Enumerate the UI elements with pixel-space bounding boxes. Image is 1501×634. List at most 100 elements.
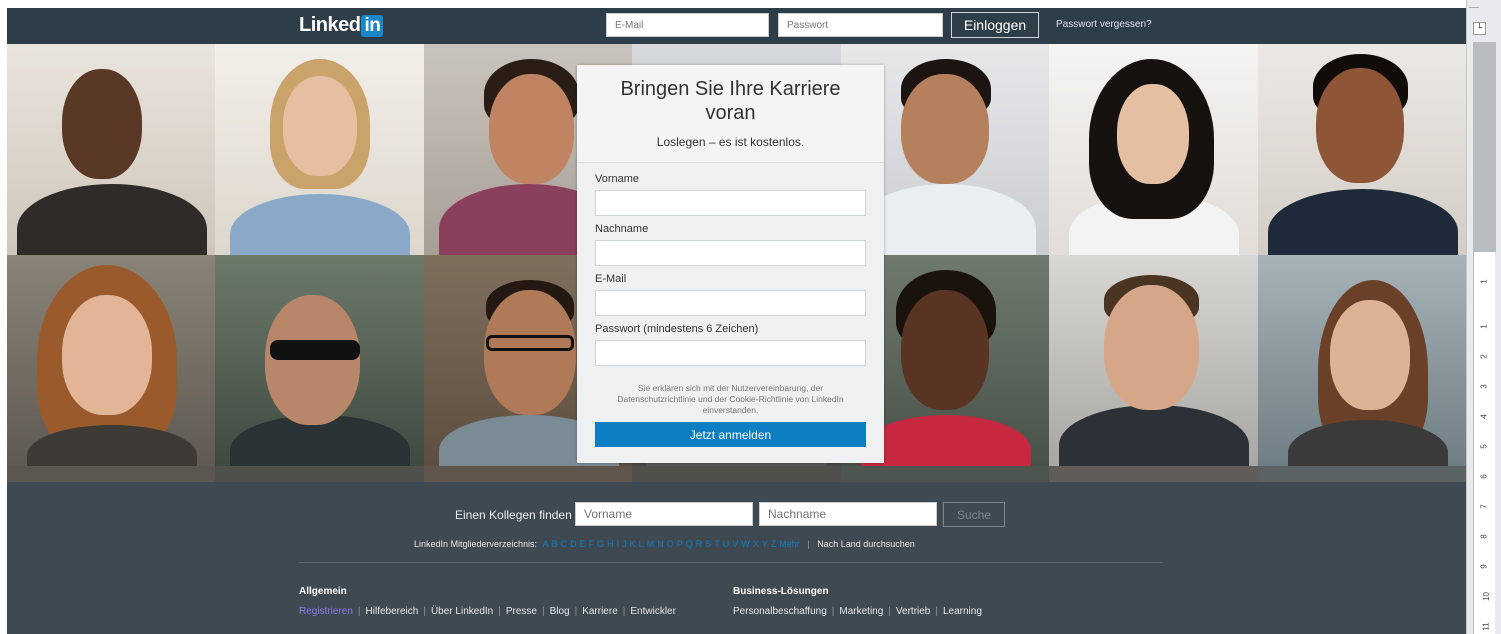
directory-letter-link[interactable]: Y [762, 539, 768, 549]
signup-card: Bringen Sie Ihre Karriere voran Loslegen… [577, 65, 884, 463]
member-photo [215, 255, 424, 466]
member-photo [1257, 255, 1466, 466]
first-name-field[interactable] [595, 190, 866, 216]
separator: | [498, 606, 501, 617]
ruler-tick-label: 10 [1481, 592, 1491, 601]
directory-letter-link[interactable]: P [677, 539, 683, 549]
tab-selector-button[interactable]: └ [1473, 22, 1486, 35]
signup-button[interactable]: Jetzt anmelden [595, 422, 866, 447]
last-name-field[interactable] [595, 240, 866, 266]
directory-letter-link[interactable]: B [552, 539, 558, 549]
general-section-title: Allgemein [299, 586, 347, 597]
footer-link[interactable]: Registrieren [299, 606, 353, 617]
footer-link[interactable]: Blog [550, 606, 570, 617]
directory-letter-link[interactable]: M [647, 539, 655, 549]
ruler-tick-label: 8 [1479, 534, 1489, 539]
top-header: Linkedin Einloggen Passwort vergessen? [7, 8, 1466, 44]
footer-link[interactable]: Hilfebereich [366, 606, 419, 617]
directory-letter-link[interactable]: R [696, 539, 703, 549]
password-label: Passwort (mindestens 6 Zeichen) [595, 323, 759, 335]
directory-letter-link[interactable]: V [732, 539, 738, 549]
footer-link[interactable]: Über LinkedIn [431, 606, 493, 617]
directory-letter-link[interactable]: C [561, 539, 568, 549]
password-field[interactable] [595, 340, 866, 366]
separator: | [935, 606, 938, 617]
business-section-title: Business-Lösungen [733, 586, 829, 597]
signup-title: Bringen Sie Ihre Karriere voran [620, 78, 841, 124]
directory-letter-link[interactable]: L [639, 539, 644, 549]
footer-link[interactable]: Learning [943, 606, 982, 617]
last-name-label: Nachname [595, 223, 649, 235]
footer-link[interactable]: Personalbeschaffung [733, 606, 827, 617]
colleague-search-button[interactable]: Suche [943, 502, 1005, 527]
linkedin-logo[interactable]: Linked in [299, 14, 384, 37]
vertical-ruler[interactable]: 1 1 2 3 4 5 6 7 8 9 10 11 [1473, 42, 1496, 634]
footer-link[interactable]: Presse [506, 606, 537, 617]
signup-form: Vorname Nachname E-Mail Passwort (mindes… [577, 163, 884, 462]
directory-letter-link[interactable]: O [667, 539, 674, 549]
email-label: E-Mail [595, 273, 627, 285]
footer-link[interactable]: Vertrieb [896, 606, 930, 617]
ruler-tick-label: 6 [1479, 474, 1489, 479]
directory-letter-link[interactable]: H [607, 539, 614, 549]
directory-letter-link[interactable]: U [723, 539, 730, 549]
top-margin [0, 0, 1466, 8]
directory-letter-link[interactable]: W [741, 539, 750, 549]
login-button[interactable]: Einloggen [951, 12, 1039, 38]
header-email-input[interactable] [606, 13, 769, 37]
directory-letter-link[interactable]: I [617, 539, 620, 549]
footer-link[interactable]: Karriere [582, 606, 618, 617]
browse-by-country-link[interactable]: Nach Land durchsuchen [817, 539, 915, 549]
page: Linkedin Einloggen Passwort vergessen? [0, 0, 1501, 634]
ruler-tick-label: 5 [1479, 444, 1489, 449]
header-password-input[interactable] [778, 13, 943, 37]
directory-letter-link[interactable]: D [570, 539, 577, 549]
directory-letter-link[interactable]: X [753, 539, 759, 549]
directory-letter-link[interactable]: K [630, 539, 636, 549]
member-photo [7, 44, 216, 255]
directory-letter-link[interactable]: N [657, 539, 664, 549]
ruler-tick-label: 3 [1479, 384, 1489, 389]
vertical-ruler-panel: └ 1 1 2 3 4 5 6 7 8 9 10 11 [1466, 0, 1501, 634]
find-colleague-label: Einen Kollegen finden [455, 508, 572, 522]
colleague-first-name-input[interactable] [575, 502, 753, 526]
directory-letter-link[interactable]: Z [771, 539, 777, 549]
directory-letter-link[interactable]: F [589, 539, 595, 549]
directory-letter-link[interactable]: G [597, 539, 604, 549]
forgot-password-link[interactable]: Passwort vergessen? [1056, 19, 1152, 30]
ruler-margin-area [1474, 42, 1496, 252]
legal-notice: Sie erklären sich mit der Nutzervereinba… [617, 383, 844, 415]
member-photo [1049, 255, 1258, 466]
logo-badge: in [361, 14, 384, 37]
separator: | [622, 606, 626, 617]
email-field[interactable] [595, 290, 866, 316]
directory-letter-link[interactable]: Q [686, 539, 693, 549]
footer: Einen Kollegen finden Suche LinkedIn Mit… [7, 482, 1466, 634]
member-photo [215, 44, 424, 255]
member-directory: LinkedIn Mitgliederverzeichnis: ABCDEFGH… [414, 539, 915, 549]
separator: | [831, 606, 835, 617]
separator: | [357, 606, 361, 617]
ruler-tick-label: 11 [1481, 622, 1491, 631]
directory-letter-link[interactable]: E [580, 539, 586, 549]
separator: | [807, 539, 810, 549]
business-links: Personalbeschaffung | Marketing | Vertrieb | L… [733, 606, 982, 617]
footer-link[interactable]: Marketing [839, 606, 883, 617]
first-name-label: Vorname [595, 173, 640, 185]
ruler-corner-top [1469, 0, 1479, 8]
directory-letters: A B C D E F G H I J K L M N O P Q R S T U V W X Y Z Mehr [540, 539, 800, 549]
footer-link[interactable]: Entwickler [630, 606, 676, 617]
directory-letter-link[interactable]: J [622, 539, 627, 549]
directory-letter-link[interactable]: S [705, 539, 711, 549]
ruler-tick-label: 1 [1479, 324, 1489, 329]
directory-letter-link[interactable]: A [543, 539, 549, 549]
separator: | [888, 606, 891, 617]
left-margin [0, 0, 7, 634]
signup-subtitle: Loslegen – es ist kostenlos. [656, 135, 805, 149]
colleague-last-name-input[interactable] [759, 502, 937, 526]
signup-card-header: Bringen Sie Ihre Karriere voran Loslegen… [577, 65, 884, 163]
directory-letter-link[interactable]: Mehr [779, 539, 800, 549]
directory-letter-link[interactable]: T [714, 539, 720, 549]
member-photo [1257, 44, 1466, 255]
ruler-tick-label: 4 [1479, 414, 1489, 419]
